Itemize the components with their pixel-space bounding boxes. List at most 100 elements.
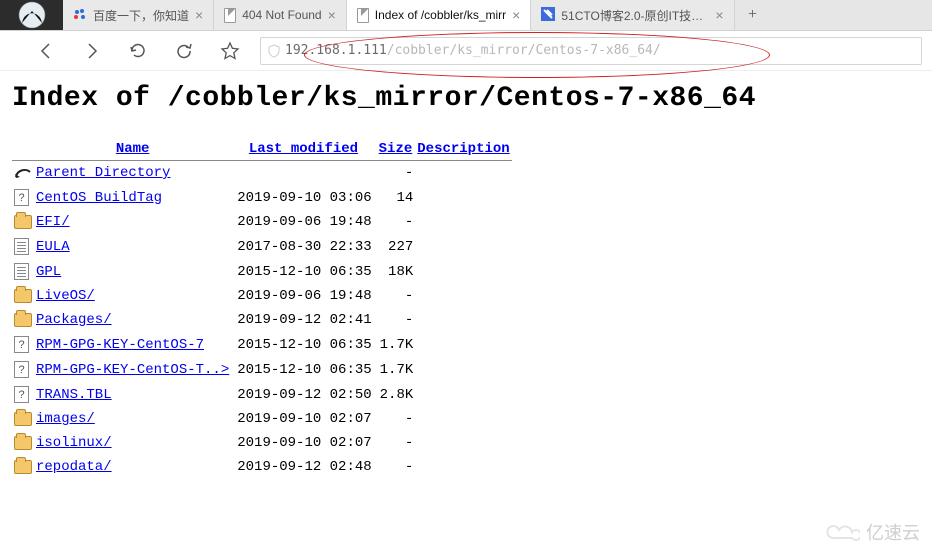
- table-row: Packages/2019-09-12 02:41-: [12, 308, 512, 332]
- tab-bar: 百度一下，你知道 × 404 Not Found × Index of /cob…: [0, 0, 932, 31]
- size-cell: -: [376, 407, 416, 431]
- description-cell: [415, 161, 511, 185]
- description-cell: [415, 185, 511, 210]
- size-cell: 1.7K: [376, 357, 416, 382]
- file-link[interactable]: CentOS_BuildTag: [36, 190, 162, 206]
- row-icon-cell: ?: [12, 357, 34, 382]
- last-modified-cell: 2019-09-12 02:50: [231, 382, 375, 407]
- file-link[interactable]: EFI/: [36, 214, 70, 230]
- table-row: ? TRANS.TBL 2019-09-12 02:502.8K: [12, 382, 512, 407]
- watermark: 亿速云: [822, 519, 920, 545]
- text-file-icon: [14, 263, 29, 280]
- row-icon-cell: ?: [12, 185, 34, 210]
- file-name-cell: LiveOS/: [34, 284, 231, 308]
- last-modified-cell: 2019-09-12 02:41: [231, 308, 375, 332]
- row-icon-cell: [12, 455, 34, 479]
- table-row: GPL2015-12-10 06:3518K: [12, 259, 512, 284]
- folder-icon: [14, 412, 32, 426]
- tab-404[interactable]: 404 Not Found ×: [214, 0, 347, 30]
- col-last-modified[interactable]: Last modified: [231, 138, 375, 161]
- url-host: 192.168.1.111: [285, 43, 387, 58]
- table-row: repodata/2019-09-12 02:48-: [12, 455, 512, 479]
- last-modified-cell: 2015-12-10 06:35: [231, 259, 375, 284]
- description-cell: [415, 308, 511, 332]
- favorite-button[interactable]: [214, 37, 246, 65]
- size-cell: 1.7K: [376, 332, 416, 357]
- description-cell: [415, 210, 511, 234]
- file-name-cell: images/: [34, 407, 231, 431]
- file-link[interactable]: Packages/: [36, 312, 112, 328]
- table-row: ?CentOS_BuildTag2019-09-10 03:0614: [12, 185, 512, 210]
- row-icon-cell: ?: [12, 332, 34, 357]
- address-bar[interactable]: 192.168.1.111/cobbler/ks_mirror/Centos-7…: [260, 37, 922, 65]
- back-button[interactable]: [30, 37, 62, 65]
- folder-icon: [14, 460, 32, 474]
- size-cell: 2.8K: [376, 382, 416, 407]
- close-icon[interactable]: ×: [195, 8, 203, 22]
- text-file-icon: [14, 238, 29, 255]
- close-icon[interactable]: ×: [512, 8, 520, 22]
- last-modified-cell: 2019-09-10 02:07: [231, 407, 375, 431]
- size-cell: -: [376, 284, 416, 308]
- file-name-cell: GPL: [34, 259, 231, 284]
- col-description[interactable]: Description: [415, 138, 511, 161]
- close-icon[interactable]: ×: [715, 8, 723, 22]
- folder-icon: [14, 215, 32, 229]
- stop-reload-button[interactable]: [168, 37, 200, 65]
- file-name-cell: TRANS.TBL: [34, 382, 231, 407]
- file-name-cell: RPM-GPG-KEY-CentOS-7: [34, 332, 231, 357]
- unknown-file-icon: ?: [14, 386, 29, 403]
- back-arrow-icon: [14, 166, 32, 180]
- table-row: EULA2017-08-30 22:33227: [12, 234, 512, 259]
- refresh-button[interactable]: [122, 37, 154, 65]
- folder-icon: [14, 313, 32, 327]
- tab-baidu[interactable]: 百度一下，你知道 ×: [63, 0, 214, 30]
- description-cell: [415, 407, 511, 431]
- file-link[interactable]: LiveOS/: [36, 288, 95, 304]
- row-icon-cell: [12, 210, 34, 234]
- file-link[interactable]: repodata/: [36, 459, 112, 475]
- watermark-text: 亿速云: [866, 519, 920, 545]
- row-icon-cell: [12, 431, 34, 455]
- folder-icon: [14, 436, 32, 450]
- last-modified-cell: 2019-09-10 02:07: [231, 431, 375, 455]
- description-cell: [415, 234, 511, 259]
- file-link[interactable]: images/: [36, 411, 95, 427]
- description-cell: [415, 259, 511, 284]
- nav-toolbar: 192.168.1.111/cobbler/ks_mirror/Centos-7…: [0, 31, 932, 71]
- last-modified-cell: 2019-09-12 02:48: [231, 455, 375, 479]
- file-name-cell: repodata/: [34, 455, 231, 479]
- file-link[interactable]: Parent Directory: [36, 165, 170, 181]
- file-link[interactable]: EULA: [36, 239, 70, 255]
- file-link[interactable]: isolinux/: [36, 435, 112, 451]
- file-link[interactable]: TRANS.TBL: [36, 387, 112, 403]
- description-cell: [415, 431, 511, 455]
- last-modified-cell: 2019-09-10 03:06: [231, 185, 375, 210]
- description-cell: [415, 357, 511, 382]
- row-icon-cell: [12, 284, 34, 308]
- size-cell: -: [376, 308, 416, 332]
- forward-button[interactable]: [76, 37, 108, 65]
- col-name[interactable]: Name: [34, 138, 231, 161]
- file-link[interactable]: RPM-GPG-KEY-CentOS-7: [36, 337, 204, 353]
- file-link[interactable]: GPL: [36, 264, 61, 280]
- tab-51cto[interactable]: 51CTO博客2.0-原创IT技术文 ×: [531, 0, 734, 30]
- tab-label: 百度一下，你知道: [93, 7, 189, 24]
- file-link[interactable]: RPM-GPG-KEY-CentOS-T..>: [36, 362, 229, 378]
- description-cell: [415, 332, 511, 357]
- baidu-icon: [73, 8, 87, 22]
- row-icon-cell: ?: [12, 382, 34, 407]
- tab-index[interactable]: Index of /cobbler/ks_mirr ×: [347, 0, 532, 30]
- file-name-cell: EULA: [34, 234, 231, 259]
- size-cell: -: [376, 431, 416, 455]
- table-row: ?RPM-GPG-KEY-CentOS-T..>2015-12-10 06:35…: [12, 357, 512, 382]
- row-icon-cell: [12, 234, 34, 259]
- file-name-cell: Packages/: [34, 308, 231, 332]
- table-row: ?RPM-GPG-KEY-CentOS-72015-12-10 06:351.7…: [12, 332, 512, 357]
- file-name-cell: CentOS_BuildTag: [34, 185, 231, 210]
- close-icon[interactable]: ×: [328, 8, 336, 22]
- new-tab-button[interactable]: +: [735, 0, 771, 30]
- tab-label: 51CTO博客2.0-原创IT技术文: [561, 7, 709, 24]
- col-size[interactable]: Size: [376, 138, 416, 161]
- description-cell: [415, 455, 511, 479]
